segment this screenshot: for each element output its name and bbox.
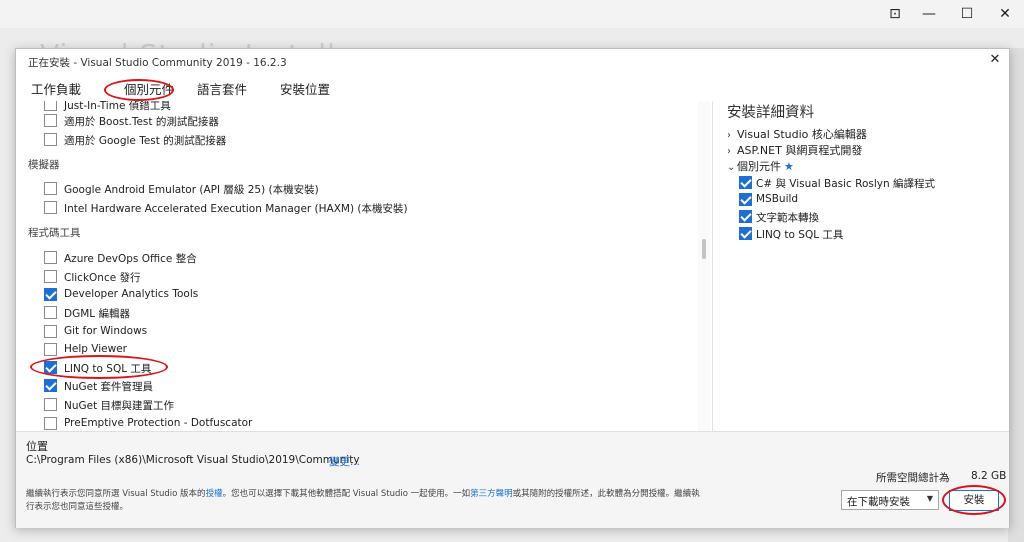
chevron-down-icon: ⌄ [727,162,736,173]
location-label: 位置 [26,440,48,453]
checkbox[interactable] [44,325,57,338]
tab-install-location[interactable]: 安裝位置 [280,79,330,98]
checkbox[interactable] [44,398,57,411]
details-group-individual-components[interactable]: ⌄ 個別元件 ★ [727,158,794,174]
component-list: Just-In-Time 偵錯工具 適用於 Boost.Test 的測試配接器 … [16,101,710,431]
tab-workloads[interactable]: 工作負載 [31,79,81,98]
scrollbar-thumb[interactable] [702,239,706,259]
dialog-close-button[interactable]: ✕ [987,51,1003,69]
checkbox[interactable] [44,114,57,127]
change-location-link[interactable]: 變更... [329,454,360,469]
details-group-core-editor[interactable]: › Visual Studio 核心編輯器 [727,126,867,142]
star-icon: ★ [784,160,794,173]
checkbox[interactable] [739,176,752,189]
location-path: C:\Program Files (x86)\Microsoft Visual … [26,454,360,466]
checkbox[interactable] [739,193,752,206]
total-space-label: 所需空間總計為 [876,472,950,484]
dialog-title: 正在安裝 - Visual Studio Community 2019 - 16… [28,57,287,69]
install-button[interactable]: 安裝 [949,490,999,511]
list-scrollbar[interactable] [698,101,710,431]
checkbox[interactable] [44,201,57,214]
modify-dialog: 正在安裝 - Visual Studio Community 2019 - 16… [15,48,1010,528]
section-emulators: 模擬器 [28,159,60,171]
window-titlebar: ⊡ — ☐ ✕ [0,0,1024,28]
checkbox[interactable] [44,343,57,356]
chevron-right-icon: › [727,130,731,141]
checkbox[interactable] [44,306,57,319]
details-group-aspnet[interactable]: › ASP.NET 與網頁程式開發 [727,142,862,158]
tab-language-packs[interactable]: 語言套件 [197,79,247,98]
checkbox[interactable] [44,270,57,283]
checkbox[interactable] [44,182,57,195]
checkbox[interactable] [44,133,57,146]
checkbox[interactable] [739,210,752,223]
restore-icon[interactable]: ⊡ [884,4,906,24]
install-mode-select[interactable]: 在下載時安裝 ▼ [841,490,939,510]
checkbox[interactable] [44,288,57,301]
maximize-button[interactable]: ☐ [956,4,978,24]
total-space-value: 8.2 GB [971,470,1007,482]
dialog-footer: 位置 C:\Program Files (x86)\Microsoft Visu… [16,431,1009,528]
install-details-panel: 安裝詳細資料 › Visual Studio 核心編輯器 › ASP.NET 與網頁… [713,101,1009,431]
license-text: 繼續執行表示您同意所選 Visual Studio 版本的授權。您也可以選擇下載… [26,489,700,512]
checkbox[interactable] [739,227,752,240]
dropdown-arrow-icon: ▼ [926,494,933,503]
tab-individual-components[interactable]: 個別元件 [124,79,174,98]
checkbox[interactable] [44,379,57,392]
details-title: 安裝詳細資料 [727,105,814,121]
window-close-button[interactable]: ✕ [994,4,1016,24]
section-code-tools: 程式碼工具 [28,227,81,239]
background-panel [1008,48,1024,542]
third-party-notices-link[interactable]: 第三方聲明 [470,489,513,499]
checkbox[interactable] [44,101,57,111]
checkbox[interactable] [44,417,57,430]
chevron-right-icon: › [727,146,731,157]
minimize-button[interactable]: — [918,4,940,24]
license-link[interactable]: 授權 [206,489,223,499]
checkbox[interactable] [44,251,57,264]
checkbox[interactable] [44,361,57,374]
